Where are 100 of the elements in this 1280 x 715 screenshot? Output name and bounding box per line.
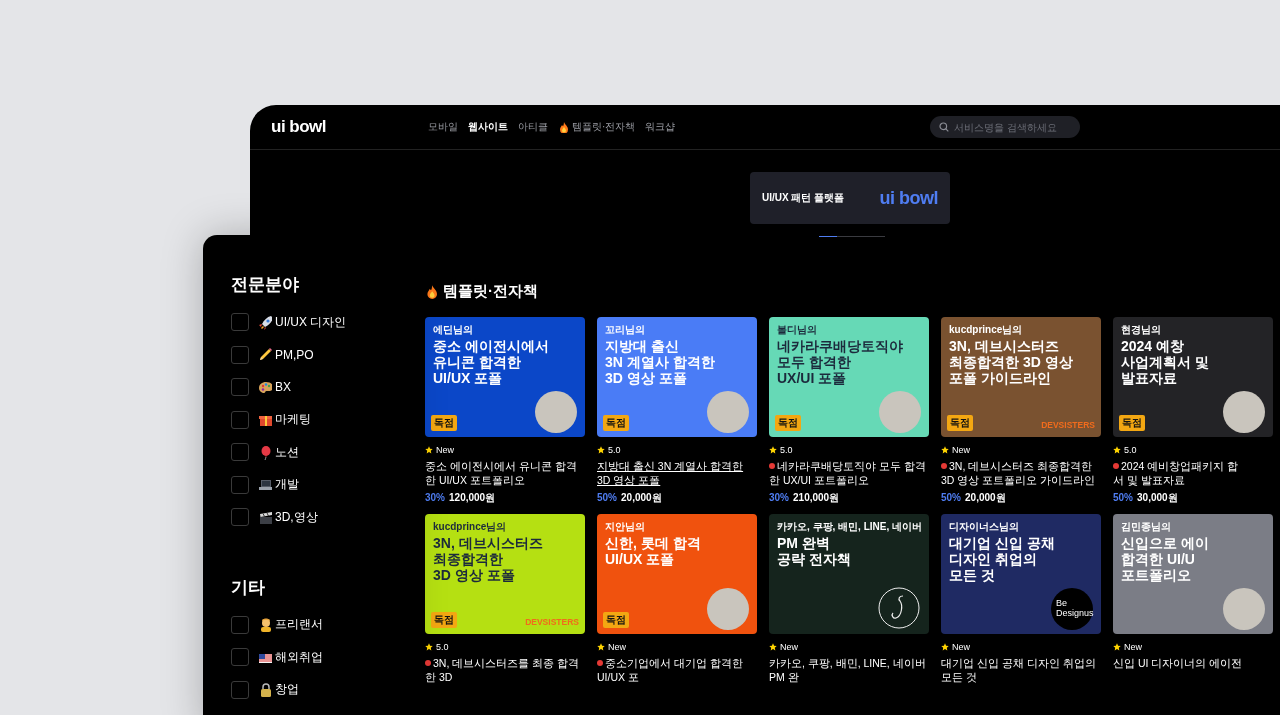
thumbnail-author: 꼬리님의 (605, 324, 645, 336)
card-rating: New (1124, 642, 1142, 652)
filter-checkbox[interactable] (231, 410, 249, 429)
nav-tab[interactable]: 모바일 (428, 120, 458, 134)
exclusive-badge: 독점 (947, 415, 973, 431)
card-title[interactable]: 3N, 데브시스터즈 최종합격한 3D 영상 포트폴리오 가이드라인 (941, 459, 1101, 487)
exclusive-badge: 독점 (775, 415, 801, 431)
banner-caption: UI/UX 패턴 플랫폼 (762, 191, 845, 205)
card-price: 30,000원 (1137, 491, 1178, 504)
star-icon (1113, 446, 1121, 454)
card-rating: 5.0 (780, 445, 793, 455)
card-rating: 5.0 (1124, 445, 1137, 455)
exclusive-badge: 독점 (1119, 415, 1145, 431)
filter-checkbox[interactable] (231, 313, 249, 332)
filter-heading: 전문분야 (231, 274, 300, 296)
exclusive-badge: 독점 (431, 415, 457, 431)
filter-label[interactable]: UI/UX 디자인 (275, 313, 347, 331)
card-thumbnail[interactable]: 지안님의 신한, 롯데 합격 UI/UX 포폴 독점 (597, 514, 757, 634)
card-thumbnail[interactable]: 에딘님의 중소 에이전시에서 유니콘 합격한 UI/UX 포폴 독점 (425, 317, 585, 437)
exclusive-badge: 독점 (431, 612, 457, 628)
thumbnail-headline: 네카라쿠배당토직야 모두 합격한 UX/UI 포폴 (777, 338, 903, 387)
filter-checkbox[interactable] (231, 680, 249, 699)
star-icon (597, 446, 605, 454)
thumbnail-headline: 신입으로 에이 합격한 UI/U 포트폴리오 (1121, 535, 1209, 584)
card-title[interactable]: 2024 예비창업패키지 합 서 및 발표자료 (1113, 459, 1273, 487)
star-icon (425, 446, 433, 454)
star-icon (941, 643, 949, 651)
star-icon (425, 643, 433, 651)
search-field[interactable]: 서비스명을 검색하세요 (930, 116, 1080, 138)
card-thumbnail[interactable]: 꼬리님의 지방대 출신 3N 계열사 합격한 3D 영상 포폴 독점 (597, 317, 757, 437)
card-thumbnail[interactable]: 디자이너스님의 대기업 신입 공채 디자인 취업의 모든 것 Be Designus (941, 514, 1101, 634)
thumbnail-headline: 3N, 데브시스터즈 최종합격한 3D 영상 포폴 가이드라인 (949, 338, 1073, 387)
filter-label[interactable]: BX (275, 380, 291, 395)
card-title[interactable]: 카카오, 쿠팡, 배민, LINE, 네이버 PM 완 (769, 656, 929, 684)
card-thumbnail[interactable]: 카카오, 쿠팡, 배민, LINE, 네이버 PM 완벽 공략 전자책 (769, 514, 929, 634)
filter-checkbox[interactable] (231, 615, 249, 634)
filter-checkbox[interactable] (231, 475, 249, 494)
fire-icon (558, 121, 570, 133)
card-rating: 5.0 (608, 445, 621, 455)
discount-rate: 50% (941, 491, 961, 504)
pencil-icon (258, 347, 272, 363)
clapperboard-icon (258, 509, 272, 525)
filter-checkbox[interactable] (231, 443, 249, 462)
filter-label[interactable]: PM,PO (275, 347, 314, 362)
rocket-icon (258, 314, 272, 330)
site-logo[interactable]: ui bowl (271, 117, 428, 137)
filter-checkbox[interactable] (231, 648, 249, 667)
filter-label[interactable]: 해외취업 (275, 648, 323, 666)
thumbnail-headline: 2024 예창 사업계획서 및 발표자료 (1121, 338, 1209, 387)
card-title[interactable]: 지방대 출신 3N 계열사 합격한 3D 영상 포폴 (597, 459, 757, 487)
filter-label[interactable]: 프리랜서 (275, 616, 323, 634)
filter-label[interactable]: 노션 (275, 443, 299, 461)
card-thumbnail[interactable]: 김민종님의 신입으로 에이 합격한 UI/U 포트폴리오 (1113, 514, 1273, 634)
card-thumbnail[interactable]: 볼디님의 네카라쿠배당토직야 모두 합격한 UX/UI 포폴 독점 (769, 317, 929, 437)
thumbnail-author: 김민종님의 (1121, 521, 1171, 533)
thumbnail-author: kucdprince님의 (433, 521, 507, 533)
card-thumbnail[interactable]: kucdprince님의 3N, 데브시스터즈 최종합격한 3D 영상 포폴 가이드라인 독점 DEVSISTERS (941, 317, 1101, 437)
nav-tab[interactable]: 웹사이트 (468, 120, 508, 134)
card-title[interactable]: 네카라쿠배당토직야 모두 합격한 UX/UI 포트폴리오 (769, 459, 929, 487)
nav-tab[interactable]: 템플릿·전자책 (558, 120, 636, 134)
filter-label[interactable]: 창업 (275, 681, 299, 699)
filter-label[interactable]: 마케팅 (275, 411, 311, 429)
lock-icon (258, 682, 272, 698)
card-title[interactable]: 3N, 데브시스터즈를 최종 합격한 3D (425, 656, 585, 684)
filter-label[interactable]: 3D,영상 (275, 508, 318, 526)
thumbnail-author: 지안님의 (605, 521, 645, 533)
discount-rate: 50% (597, 491, 617, 504)
designus-logo: Be Designus (1051, 588, 1093, 630)
card-rating: 5.0 (436, 642, 449, 652)
card-rating: New (436, 445, 454, 455)
card-thumbnail[interactable]: kucdprince님의 3N, 데브시스터즈 최종합격한 3D 영상 포폴 독점 DEVSISTERS (425, 514, 585, 634)
filter-heading: 기타 (231, 576, 266, 599)
star-icon (941, 446, 949, 454)
photo-placeholder (535, 391, 577, 433)
nav-tab[interactable]: 워크샵 (645, 120, 676, 134)
card-title[interactable]: 대기업 신입 공채 디자인 취업의 모든 것 (941, 656, 1101, 684)
thumbnail-headline: 신한, 롯데 합격 UI/UX 포폴 (605, 535, 701, 568)
filter-checkbox[interactable] (231, 345, 249, 364)
card-thumbnail[interactable]: 현경님의 2024 예창 사업계획서 및 발표자료 독점 (1113, 317, 1273, 437)
nav-tab[interactable]: 아티클 (518, 120, 548, 134)
star-icon (769, 446, 777, 454)
card-rating: New (952, 642, 970, 652)
card-price: 210,000원 (793, 491, 840, 504)
exclusive-badge: 독점 (603, 415, 629, 431)
discount-rate: 30% (769, 491, 789, 504)
card-title[interactable]: 신입 UI 디자이너의 에이전 (1113, 656, 1273, 670)
filter-label[interactable]: 개발 (275, 476, 299, 494)
card-price: 120,000원 (449, 491, 496, 504)
fire-icon (425, 284, 439, 299)
banner-card[interactable]: UI/UX 패턴 플랫폼 ui bowl (750, 172, 950, 224)
card-title[interactable]: 중소기업에서 대기업 합격한 UI/UX 포 (597, 656, 757, 684)
banner-logo: ui bowl (879, 187, 938, 209)
star-icon (1113, 643, 1121, 651)
palette-icon (258, 379, 272, 395)
discount-rate: 50% (1113, 491, 1133, 504)
photo-placeholder (1223, 391, 1265, 433)
card-title[interactable]: 중소 에이전시에서 유니콘 합격한 UI/UX 포트폴리오 (425, 459, 585, 487)
filter-checkbox[interactable] (231, 378, 249, 397)
filter-checkbox[interactable] (231, 508, 249, 527)
signature-drawing (877, 586, 921, 630)
